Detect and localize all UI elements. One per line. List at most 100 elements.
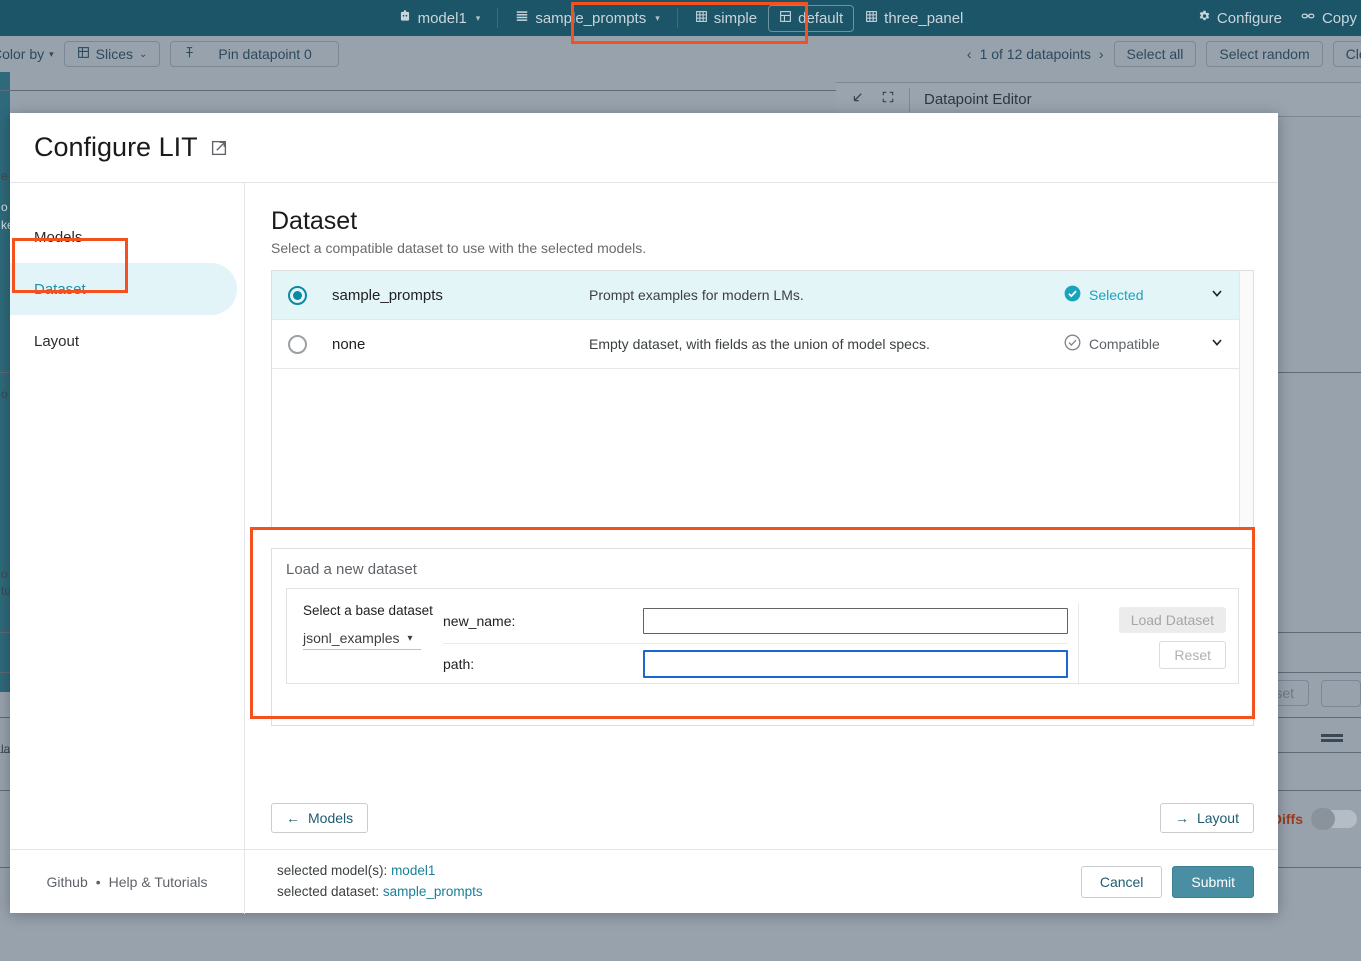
dialog-main-panel: Dataset Select a compatible dataset to u…: [245, 183, 1278, 849]
dataset-description: Prompt examples for modern LMs.: [589, 287, 1063, 303]
footer-links: Github • Help & Tutorials: [10, 850, 245, 914]
drag-handle-icon[interactable]: [1321, 734, 1343, 737]
dataset-list-scrollbar[interactable]: [1239, 271, 1253, 527]
header-divider-1: [497, 8, 498, 28]
color-by-control[interactable]: Color by ▾: [0, 46, 54, 62]
sidebar-item-dataset[interactable]: Dataset: [10, 263, 237, 315]
selected-models-line: selected model(s): model1: [277, 861, 483, 881]
path-label: path:: [443, 656, 643, 672]
datapoint-pager[interactable]: ‹ 1 of 12 datapoints ›: [967, 46, 1104, 62]
sidebar-item-layout[interactable]: Layout: [10, 315, 237, 367]
dialog-sidebar: Models Dataset Layout: [10, 183, 245, 849]
sidebar-item-models[interactable]: Models: [10, 211, 237, 263]
copy-link-button[interactable]: Copy: [1300, 9, 1357, 27]
status-badge: Selected: [1063, 284, 1195, 306]
configure-label: Configure: [1217, 10, 1282, 27]
dataset-name: none: [307, 336, 589, 353]
field-row-new-name: new_name:: [443, 603, 1068, 639]
base-dataset-label: Select a base dataset: [303, 603, 429, 618]
background-extra-button[interactable]: [1321, 680, 1361, 707]
datapoint-editor-module-header: Datapoint Editor: [836, 82, 1361, 117]
header-divider-2: [677, 8, 678, 28]
datapoint-counter-label: 1 of 12 datapoints: [980, 46, 1091, 62]
layout-icon: [779, 10, 792, 27]
dialog-title: Configure LIT: [34, 132, 198, 163]
layout-tab-default[interactable]: default: [768, 5, 854, 32]
chevron-down-icon: ▾: [49, 49, 54, 60]
selected-dataset-label: selected dataset:: [277, 884, 379, 899]
minimize-icon[interactable]: [850, 90, 865, 110]
pin-datapoint-button[interactable]: Pin datapoint 0: [170, 41, 338, 67]
selected-dataset-line: selected dataset: sample_prompts: [277, 882, 483, 902]
chevron-down-icon: ▾: [476, 13, 481, 24]
header-right-actions: Configure Copy: [1197, 0, 1361, 36]
grid-icon: [865, 10, 878, 27]
grid-icon: [695, 10, 708, 27]
diffs-toggle[interactable]: [1311, 810, 1357, 828]
reset-button[interactable]: Reset: [1159, 641, 1226, 669]
chevron-down-icon: ⌄: [139, 49, 147, 60]
model-selector-chip[interactable]: model1 ▾: [387, 4, 492, 32]
top-header-center-group: model1 ▾ sample_prompts ▾ simple: [0, 0, 1361, 36]
selected-models-value: model1: [391, 863, 435, 878]
next-layout-button[interactable]: → Layout: [1160, 803, 1254, 833]
link-icon: [1300, 9, 1316, 27]
chevron-down-icon[interactable]: [1209, 334, 1225, 355]
new-name-input[interactable]: [643, 608, 1068, 634]
configure-button[interactable]: Configure: [1197, 9, 1282, 27]
footer-actions: Cancel Submit: [1081, 866, 1278, 898]
github-link[interactable]: Github: [47, 874, 88, 890]
bg-edge-text: o: [1, 387, 10, 401]
status-badge: Compatible: [1063, 333, 1195, 355]
cancel-button[interactable]: Cancel: [1081, 866, 1163, 898]
next-layout-label: Layout: [1197, 810, 1239, 826]
prev-datapoint-icon[interactable]: ‹: [967, 46, 972, 62]
prev-models-label: Models: [308, 810, 353, 826]
expand-icon[interactable]: [881, 90, 895, 109]
select-random-button[interactable]: Select random: [1206, 41, 1322, 67]
dataset-description: Empty dataset, with fields as the union …: [589, 336, 1063, 352]
path-input[interactable]: [643, 650, 1068, 678]
clear-selection-button[interactable]: Clear s: [1333, 41, 1361, 67]
dataset-radio-sample-prompts[interactable]: [288, 286, 307, 305]
copy-label: Copy: [1322, 10, 1357, 27]
load-actions: Load Dataset Reset: [1078, 603, 1238, 685]
bg-edge-text: tu: [1, 584, 10, 598]
dataset-radio-none[interactable]: [288, 335, 307, 354]
load-fields: new_name: path:: [429, 603, 1078, 679]
dataset-selector-chip[interactable]: sample_prompts ▾: [504, 4, 670, 32]
dialog-body: Models Dataset Layout Dataset Select a c…: [10, 183, 1278, 849]
chevron-down-icon[interactable]: [1209, 285, 1225, 306]
toolbar-left-group: Color by ▾ Slices ⌄ Pin datapoint 0: [0, 41, 339, 67]
dataset-row-none[interactable]: none Empty dataset, with fields as the u…: [272, 320, 1239, 369]
chevron-down-icon: ▾: [408, 633, 413, 644]
slices-button[interactable]: Slices ⌄: [64, 41, 161, 67]
secondary-toolbar: Color by ▾ Slices ⌄ Pin datapoint 0 ‹ 1 …: [0, 36, 1361, 72]
footer-dot: •: [96, 874, 101, 890]
dataset-list: sample_prompts Prompt examples for moder…: [271, 270, 1254, 528]
bg-edge-text: la: [1, 742, 10, 756]
next-datapoint-icon[interactable]: ›: [1099, 46, 1104, 62]
base-dataset-group: Select a base dataset jsonl_examples ▾: [287, 603, 429, 650]
select-random-label: Select random: [1219, 46, 1309, 62]
layout-tab-simple-label: simple: [714, 10, 757, 27]
sidebar-item-layout-label: Layout: [34, 333, 79, 350]
dataset-name: sample_prompts: [307, 287, 589, 304]
select-all-button[interactable]: Select all: [1114, 41, 1197, 67]
module-header-icons: [836, 90, 909, 110]
prev-models-button[interactable]: ← Models: [271, 803, 368, 833]
sidebar-item-models-label: Models: [34, 229, 82, 246]
status-label: Compatible: [1089, 336, 1160, 352]
submit-button[interactable]: Submit: [1172, 866, 1254, 898]
dialog-header: Configure LIT: [10, 113, 1278, 183]
gear-icon: [1197, 9, 1211, 27]
load-dataset-button[interactable]: Load Dataset: [1119, 607, 1226, 633]
layout-tab-three-panel[interactable]: three_panel: [854, 5, 974, 32]
open-in-new-icon[interactable]: [210, 139, 228, 157]
base-dataset-select[interactable]: jsonl_examples ▾: [303, 630, 421, 650]
diffs-toggle-group[interactable]: Diffs: [1272, 810, 1357, 828]
layout-tab-simple[interactable]: simple: [684, 5, 768, 32]
help-tutorials-link[interactable]: Help & Tutorials: [109, 874, 208, 890]
page-title: Dataset: [271, 207, 1254, 236]
dataset-row-sample-prompts[interactable]: sample_prompts Prompt examples for moder…: [272, 271, 1239, 320]
